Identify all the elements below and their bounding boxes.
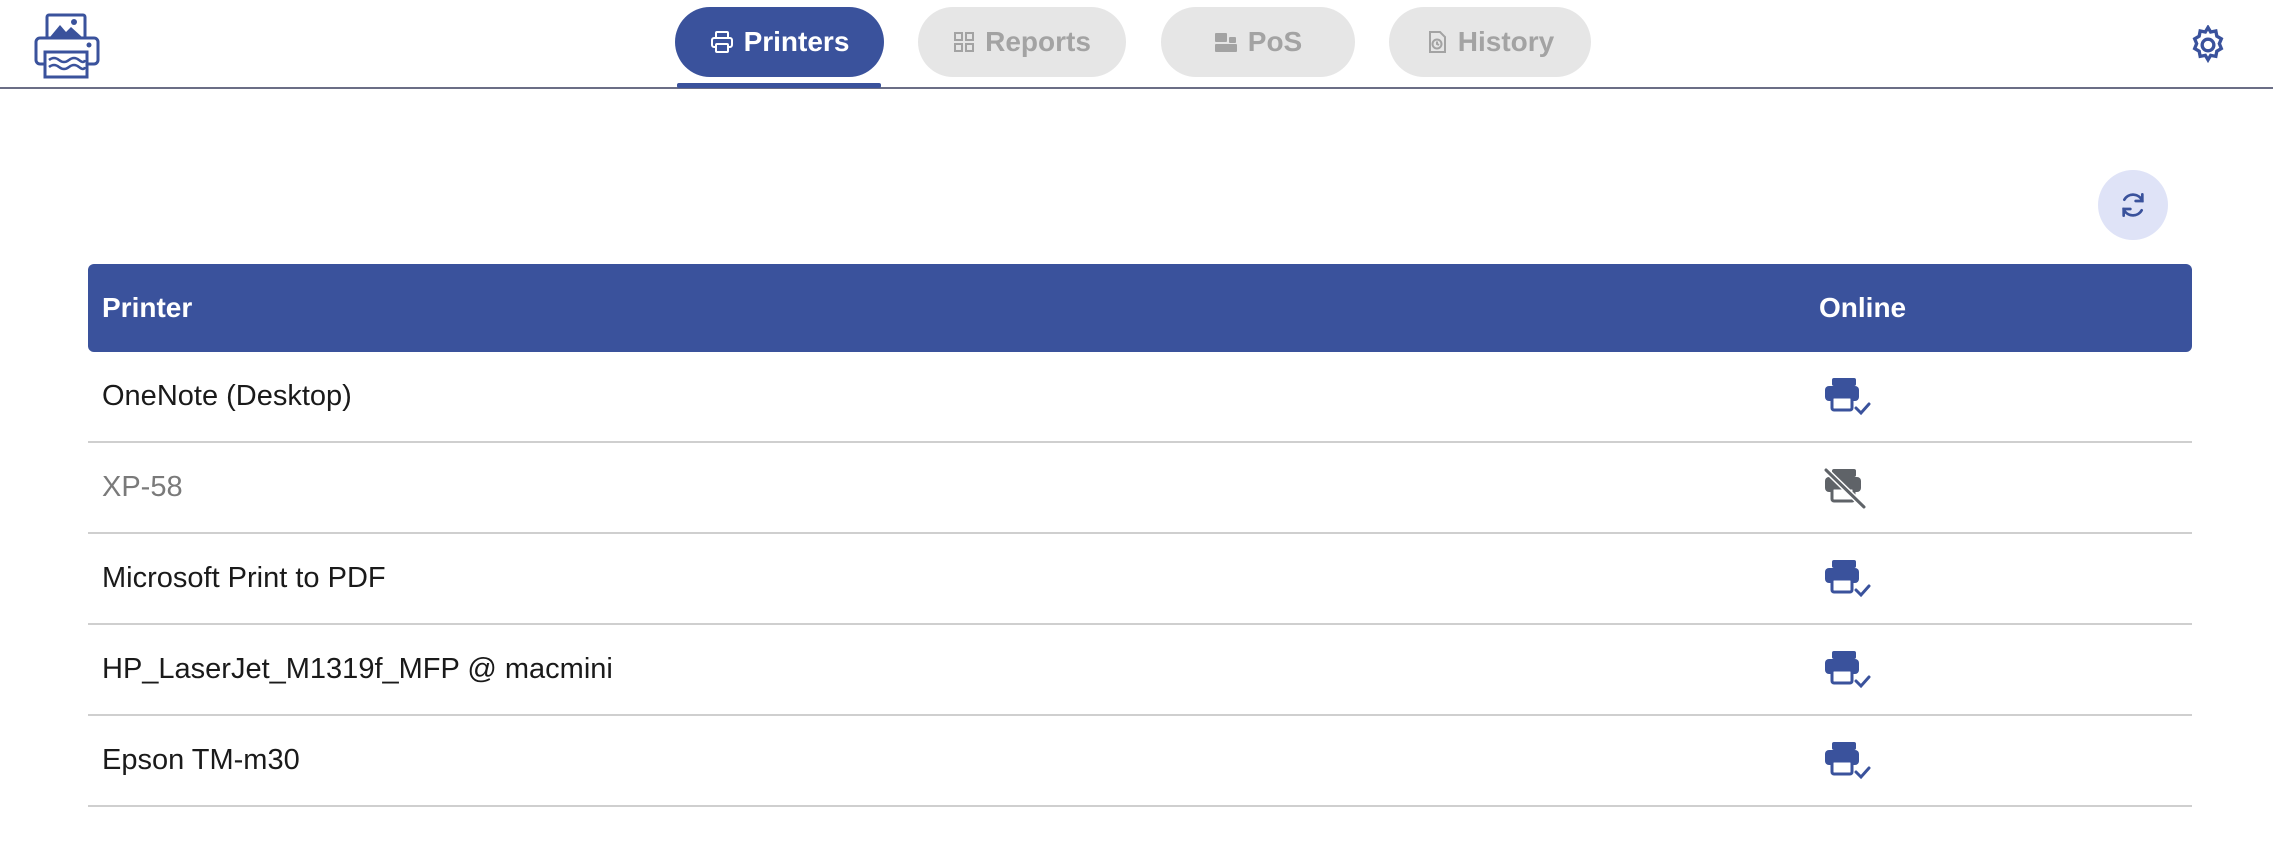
tab-label: PoS bbox=[1247, 26, 1303, 57]
tab-printers[interactable]: Printers bbox=[675, 7, 884, 77]
printer-online-icon bbox=[1825, 742, 1871, 780]
table-row[interactable]: OneNote (Desktop) bbox=[88, 352, 2192, 443]
tab-label: Printers bbox=[743, 26, 850, 57]
refresh-button[interactable] bbox=[2098, 170, 2168, 240]
tab-pos[interactable]: PoS bbox=[1161, 7, 1355, 77]
printer-name: XP-58 bbox=[102, 471, 183, 503]
tab-reports[interactable]: Reports bbox=[918, 7, 1126, 77]
reports-icon bbox=[954, 32, 975, 52]
refresh-icon bbox=[2122, 193, 2144, 217]
printers-table: Printer Online OneNote (Desktop) XP-58 M… bbox=[88, 264, 2192, 807]
table-row[interactable]: Microsoft Print to PDF bbox=[88, 534, 2192, 625]
printer-offline-icon bbox=[1823, 467, 1867, 509]
table-row[interactable]: HP_LaserJet_M1319f_MFP @ macmini bbox=[88, 625, 2192, 716]
printer-online-icon bbox=[1825, 651, 1871, 689]
printer-name: OneNote (Desktop) bbox=[102, 380, 352, 412]
table-row[interactable]: XP-58 bbox=[88, 443, 2192, 534]
printer-online-icon bbox=[1825, 378, 1871, 416]
tab-label: History bbox=[1457, 26, 1555, 57]
nav-tabs: Printers Reports PoS History bbox=[0, 7, 2273, 83]
printer-online-icon bbox=[1825, 560, 1871, 598]
gear-icon[interactable] bbox=[2188, 25, 2228, 65]
table-row[interactable]: Epson TM-m30 bbox=[88, 716, 2192, 807]
tab-label: Reports bbox=[985, 26, 1091, 57]
printer-icon bbox=[710, 31, 733, 53]
history-icon bbox=[1428, 31, 1446, 53]
tab-history[interactable]: History bbox=[1389, 7, 1591, 77]
column-header-printer: Printer bbox=[102, 292, 193, 323]
printer-name: HP_LaserJet_M1319f_MFP @ macmini bbox=[102, 653, 613, 685]
top-bar: Printers Reports PoS History bbox=[0, 0, 2273, 89]
printer-name: Epson TM-m30 bbox=[102, 744, 300, 776]
active-tab-indicator bbox=[677, 83, 881, 88]
column-header-online: Online bbox=[1819, 292, 1907, 323]
table-header: Printer Online bbox=[88, 264, 2192, 352]
pos-icon bbox=[1214, 33, 1237, 52]
printer-name: Microsoft Print to PDF bbox=[102, 562, 386, 594]
